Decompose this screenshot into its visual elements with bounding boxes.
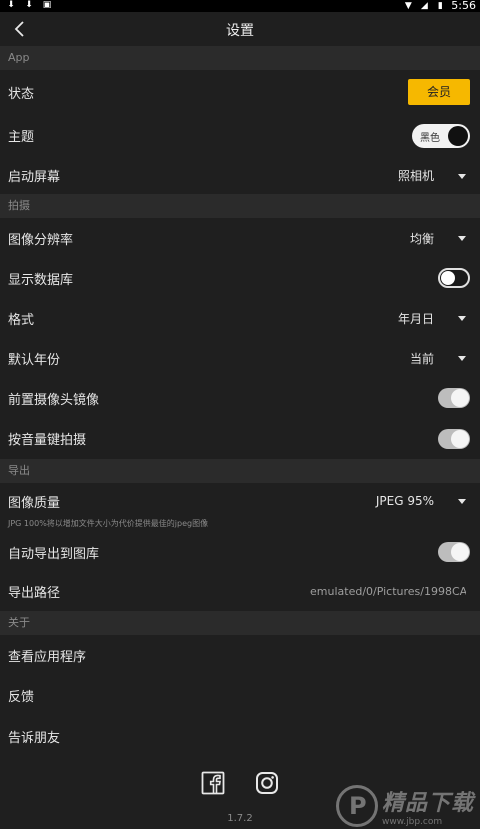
toggle-knob	[451, 543, 469, 561]
dropdown-caret-icon	[458, 316, 466, 321]
dropdown-caret-icon	[458, 236, 466, 241]
status-bar: ⬇ ⬇ ▣ ▼ ◢ ▮ 5:56	[0, 0, 480, 12]
resolution-label: 图像分辨率	[8, 232, 74, 248]
dropdown-caret-icon	[458, 499, 466, 504]
format-row[interactable]: 格式 年月日	[0, 298, 480, 338]
format-label: 格式	[8, 312, 35, 328]
dropdown-caret-icon	[458, 356, 466, 361]
format-value: 年月日	[397, 311, 434, 326]
feedback-row[interactable]: 反馈	[0, 675, 480, 715]
export-path-value: emulated/0/Pictures/1998CAM	[310, 585, 466, 598]
signal-icon: ◢	[420, 0, 428, 11]
show-database-label: 显示数据库	[8, 272, 74, 288]
view-apps-label: 查看应用程序	[8, 649, 87, 665]
theme-row: 主题 黑色	[0, 114, 480, 157]
front-camera-mirror-row: 前置摄像头镜像	[0, 378, 480, 418]
image-quality-note: JPG 100%将以增加文件大小为代价提供最佳的jpeg图像	[8, 519, 209, 528]
status-label: 状态	[8, 86, 35, 102]
theme-toggle-knob	[448, 125, 468, 146]
theme-toggle-label: 黑色	[420, 132, 440, 144]
resolution-row[interactable]: 图像分辨率 均衡	[0, 218, 480, 258]
image-quality-label: 图像质量	[8, 495, 61, 511]
battery-icon: ▮	[437, 0, 443, 11]
front-camera-mirror-toggle[interactable]	[438, 388, 470, 408]
default-year-value: 当前	[409, 351, 434, 366]
export-path-label: 导出路径	[8, 586, 61, 601]
default-year-row[interactable]: 默认年份 当前	[0, 338, 480, 378]
export-path-row[interactable]: 导出路径 emulated/0/Pictures/1998CAM	[0, 572, 480, 611]
image-quality-row[interactable]: 图像质量 JPEG 95%	[0, 483, 480, 519]
front-camera-mirror-label: 前置摄像头镜像	[8, 392, 100, 408]
download-icon: ⬇	[25, 0, 33, 10]
page-title: 设置	[226, 23, 254, 39]
launch-screen-label: 启动屏幕	[8, 170, 61, 185]
section-header-about: 关于	[0, 611, 480, 635]
download-icon: ⬇	[7, 0, 15, 10]
status-time: 5:56	[451, 0, 476, 12]
facebook-icon[interactable]	[201, 771, 225, 795]
launch-screen-row[interactable]: 启动屏幕 照相机	[0, 157, 480, 194]
watermark: P 精品下载 www.jbp.com	[335, 785, 474, 827]
theme-label: 主题	[8, 130, 35, 145]
status-row: 状态 会员	[0, 70, 480, 114]
show-database-row: 显示数据库	[0, 258, 480, 298]
top-bar: 设置	[0, 12, 480, 46]
app-notification-icon: ▣	[42, 0, 52, 10]
tell-friends-label: 告诉朋友	[8, 730, 61, 746]
toggle-knob	[441, 271, 455, 285]
auto-export-label: 自动导出到图库	[8, 546, 100, 562]
section-header-shoot: 拍摄	[0, 194, 480, 218]
instagram-icon[interactable]	[255, 771, 279, 795]
toggle-knob	[451, 429, 469, 448]
volume-shutter-label: 按音量键拍摄	[8, 433, 87, 448]
volume-shutter-row: 按音量键拍摄	[0, 418, 480, 459]
section-header-export: 导出	[0, 459, 480, 483]
theme-toggle[interactable]: 黑色	[412, 123, 470, 148]
image-quality-value: JPEG 95%	[375, 494, 434, 508]
toggle-knob	[451, 389, 469, 407]
wifi-icon: ▼	[404, 0, 412, 11]
default-year-label: 默认年份	[8, 352, 61, 368]
tell-friends-row[interactable]: 告诉朋友	[0, 715, 480, 757]
volume-shutter-toggle[interactable]	[438, 428, 470, 449]
watermark-url: www.jbp.com	[381, 817, 443, 827]
auto-export-row: 自动导出到图库	[0, 532, 480, 572]
show-database-toggle[interactable]	[438, 268, 470, 288]
section-header-app: App	[0, 46, 480, 70]
view-apps-row[interactable]: 查看应用程序	[0, 635, 480, 675]
auto-export-toggle[interactable]	[438, 542, 470, 562]
launch-screen-value: 照相机	[397, 169, 434, 183]
watermark-logo-icon: P	[335, 785, 378, 827]
watermark-text: 精品下载	[381, 791, 474, 816]
feedback-label: 反馈	[8, 689, 35, 705]
dropdown-caret-icon	[458, 173, 466, 179]
resolution-value: 均衡	[409, 231, 434, 246]
member-button[interactable]: 会员	[408, 79, 470, 105]
